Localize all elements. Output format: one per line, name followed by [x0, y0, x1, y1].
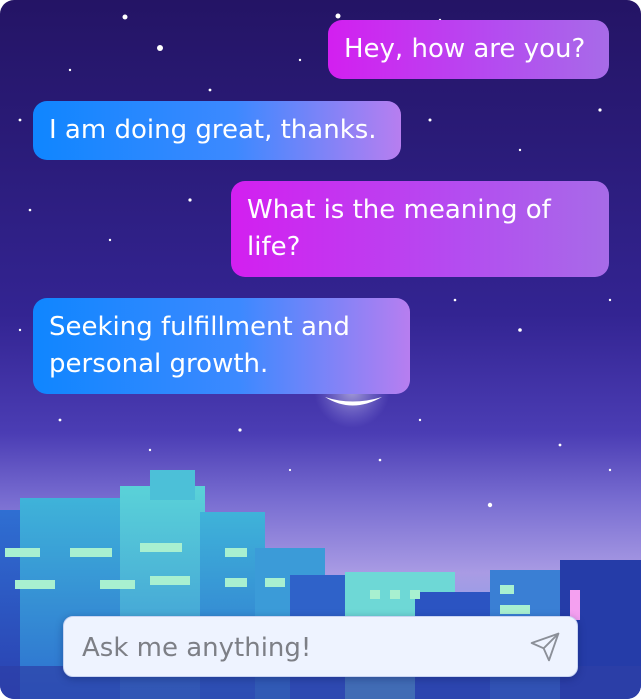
send-icon [530, 632, 560, 662]
user-message: What is the meaning of life? [231, 181, 609, 277]
chat-app: Hey, how are you? I am doing great, than… [0, 0, 641, 699]
message-composer [63, 616, 578, 678]
message-input[interactable] [80, 617, 504, 678]
chat-thread: Hey, how are you? I am doing great, than… [0, 0, 641, 699]
assistant-message: I am doing great, thanks. [33, 101, 401, 160]
user-message: Hey, how are you? [328, 20, 609, 79]
assistant-message: Seeking fulfillment and personal growth. [33, 298, 410, 394]
send-button[interactable] [527, 629, 563, 665]
